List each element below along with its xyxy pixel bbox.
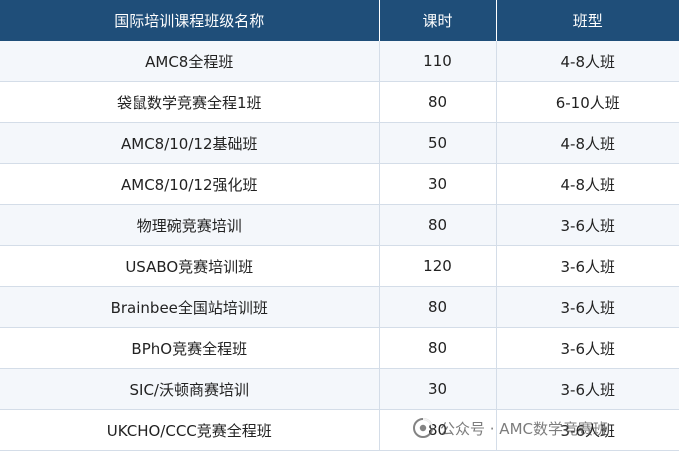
course-name-cell: AMC8/10/12强化班 [0, 163, 380, 205]
class-type-cell: 3-6人班 [496, 327, 679, 369]
class-type-cell: 3-6人班 [496, 245, 679, 287]
table-header: 国际培训课程班级名称 课时 班型 [0, 0, 679, 41]
header-course-name: 国际培训课程班级名称 [0, 0, 380, 41]
course-name-cell: USABO竞赛培训班 [0, 245, 380, 287]
table-row: Brainbee全国站培训班 80 3-6人班 [0, 286, 679, 328]
class-type-cell: 3-6人班 [496, 409, 679, 451]
course-name-cell: 袋鼠数学竞赛全程1班 [0, 81, 380, 123]
class-type-cell: 6-10人班 [496, 81, 679, 123]
class-hours-cell: 80 [379, 204, 497, 246]
course-name-cell: SIC/沃顿商赛培训 [0, 368, 380, 410]
course-name-cell: AMC8全程班 [0, 41, 380, 82]
table-row: BPhO竞赛全程班 80 3-6人班 [0, 327, 679, 369]
class-type-cell: 3-6人班 [496, 368, 679, 410]
course-name-cell: BPhO竞赛全程班 [0, 327, 380, 369]
class-hours-cell: 80 [379, 327, 497, 369]
class-type-cell: 4-8人班 [496, 163, 679, 205]
table-row: USABO竞赛培训班 120 3-6人班 [0, 245, 679, 287]
course-name-cell: 物理碗竞赛培训 [0, 204, 380, 246]
class-hours-cell: 80 [379, 81, 497, 123]
table-row: AMC8/10/12强化班 30 4-8人班 [0, 163, 679, 205]
table-row: 物理碗竞赛培训 80 3-6人班 [0, 204, 679, 246]
class-type-cell: 3-6人班 [496, 286, 679, 328]
class-hours-cell: 30 [379, 368, 497, 410]
course-name-cell: Brainbee全国站培训班 [0, 286, 380, 328]
class-hours-cell: 50 [379, 122, 497, 164]
class-hours-cell: 30 [379, 163, 497, 205]
header-class-hours: 课时 [379, 0, 497, 41]
class-type-cell: 4-8人班 [496, 122, 679, 164]
class-hours-cell: 80 [379, 409, 497, 451]
table-row: UKCHO/CCC竞赛全程班 80 3-6人班 [0, 409, 679, 451]
class-hours-cell: 110 [379, 41, 497, 82]
class-hours-cell: 120 [379, 245, 497, 287]
table-row: SIC/沃顿商赛培训 30 3-6人班 [0, 368, 679, 410]
table-row: AMC8全程班 110 4-8人班 [0, 41, 679, 82]
table-row: AMC8/10/12基础班 50 4-8人班 [0, 122, 679, 164]
class-type-cell: 4-8人班 [496, 41, 679, 82]
course-name-cell: UKCHO/CCC竞赛全程班 [0, 409, 380, 451]
course-name-cell: AMC8/10/12基础班 [0, 122, 380, 164]
table-body: AMC8全程班 110 4-8人班 袋鼠数学竞赛全程1班 80 6-10人班 A… [0, 41, 679, 451]
class-type-cell: 3-6人班 [496, 204, 679, 246]
header-row: 国际培训课程班级名称 课时 班型 [0, 0, 679, 41]
class-hours-cell: 80 [379, 286, 497, 328]
course-table: 国际培训课程班级名称 课时 班型 AMC8全程班 110 4-8人班 袋鼠数学竞… [0, 0, 679, 451]
header-class-type: 班型 [496, 0, 679, 41]
table-row: 袋鼠数学竞赛全程1班 80 6-10人班 [0, 81, 679, 123]
